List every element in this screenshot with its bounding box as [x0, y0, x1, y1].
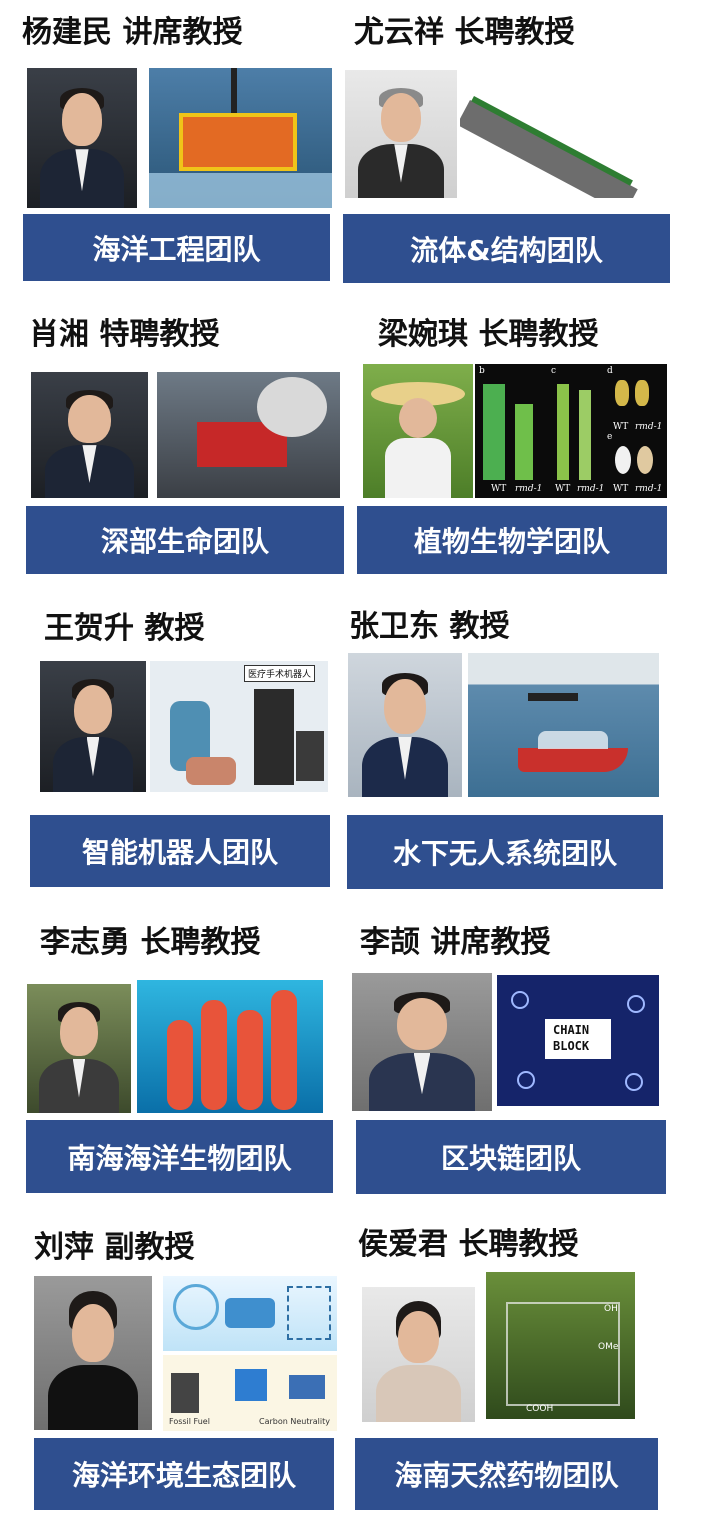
figure-label: BLOCK — [553, 1039, 590, 1053]
figure-label: WT — [555, 484, 571, 494]
portrait-photo — [348, 653, 462, 797]
figure-label: rmd-1 — [577, 484, 605, 494]
portrait-photo — [362, 1287, 475, 1422]
portrait-photo — [352, 973, 492, 1111]
professor-name: 李志勇 长聘教授 — [40, 925, 261, 960]
professor-name: 肖湘 特聘教授 — [29, 317, 220, 352]
plant-figure: b c d e WT rmd-1 WT rmd-1 WT rmd-1 WT rm… — [475, 364, 667, 498]
unmanned-boat-photo — [468, 653, 659, 797]
field-photo — [363, 364, 473, 498]
figure-label: 医疗手术机器人 — [244, 665, 316, 682]
portrait-photo — [27, 68, 137, 208]
figure-label: Fossil Fuel — [169, 1417, 210, 1426]
portrait-photo — [40, 661, 146, 792]
team-banner: 南海海洋生物团队 — [26, 1120, 333, 1193]
professor-name: 王贺升 教授 — [44, 611, 205, 646]
professor-name: 杨建民 讲席教授 — [22, 15, 243, 50]
professor-name: 侯爱君 长聘教授 — [358, 1227, 579, 1262]
portrait-photo — [345, 70, 457, 198]
team-banner: 海洋工程团队 — [23, 214, 330, 281]
professor-name: 梁婉琪 长聘教授 — [378, 317, 599, 352]
blockchain-illustration: CHAIN BLOCK — [497, 975, 659, 1106]
team-banner: 水下无人系统团队 — [347, 815, 663, 889]
figure-label: rmd-1 — [635, 484, 663, 494]
professor-name: 李颉 讲席教授 — [360, 925, 551, 960]
figure-label: OMe — [598, 1342, 619, 1352]
figure-label: rmd-1 — [515, 484, 543, 494]
portrait-photo — [34, 1276, 152, 1430]
figure-label: OH — [604, 1304, 618, 1314]
carbon-neutrality-illustration: Fossil Fuel Carbon Neutrality — [163, 1355, 337, 1431]
professor-name: 尤云祥 长聘教授 — [354, 15, 575, 50]
professor-name: 刘萍 副教授 — [34, 1230, 195, 1265]
expedition-team-photo — [157, 372, 340, 498]
team-banner: 海洋环境生态团队 — [34, 1438, 334, 1510]
figure-label: d — [607, 366, 613, 376]
figure-label: CHAIN — [553, 1023, 590, 1037]
figure-label: e — [607, 432, 613, 442]
professor-name: 张卫东 教授 — [349, 609, 510, 644]
portrait-photo — [31, 372, 148, 498]
team-banner: 智能机器人团队 — [30, 815, 330, 887]
figure-label: c — [551, 366, 557, 376]
figure-label: b — [479, 366, 485, 376]
figure-label: WT — [491, 484, 507, 494]
figure-label: WT — [613, 484, 629, 494]
catalyst-illustration — [163, 1276, 337, 1351]
team-banner: 植物生物学团队 — [357, 506, 667, 574]
coral-sponge-photo — [137, 980, 323, 1113]
portrait-photo — [27, 984, 131, 1113]
figure-label: Carbon Neutrality — [259, 1417, 330, 1426]
team-banner: 海南天然药物团队 — [355, 1438, 658, 1510]
structure-model-photo — [460, 70, 653, 198]
team-banner: 区块链团队 — [356, 1120, 666, 1194]
surgical-robot-photo: 医疗手术机器人 — [150, 661, 328, 792]
figure-label: rmd-1 — [635, 422, 663, 432]
figure-label: COOH — [526, 1404, 554, 1414]
natural-product-illustration: OH OMe COOH — [486, 1272, 635, 1419]
figure-label: WT — [613, 422, 629, 432]
team-banner: 深部生命团队 — [26, 506, 344, 574]
underwater-robot-photo — [149, 68, 332, 208]
team-banner: 流体&结构团队 — [343, 214, 670, 283]
